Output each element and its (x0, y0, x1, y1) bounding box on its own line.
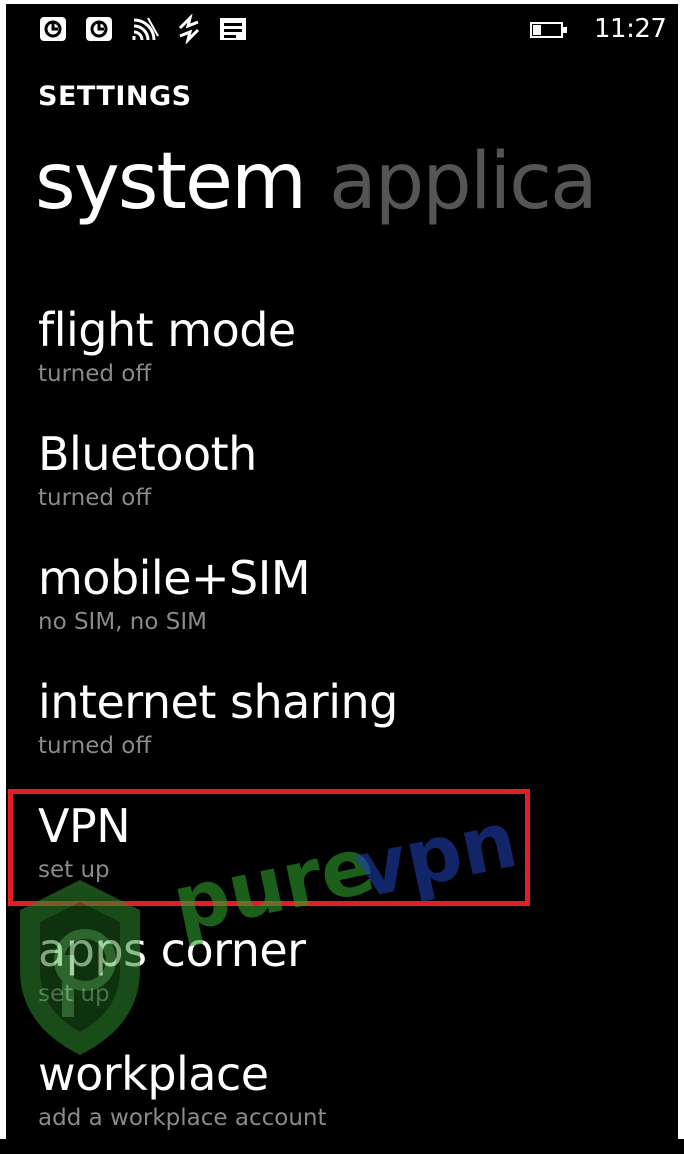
notification-icon (84, 14, 114, 44)
setting-title: workplace (38, 1047, 269, 1101)
status-bar: 11:27 (0, 0, 684, 60)
setting-title: flight mode (38, 303, 296, 357)
notification-icon (38, 14, 68, 44)
setting-status: no SIM, no SIM (38, 609, 207, 635)
setting-title: mobile+SIM (38, 551, 311, 605)
setting-status: turned off (38, 733, 152, 759)
setting-status: turned off (38, 485, 152, 511)
setting-title: Bluetooth (38, 427, 257, 481)
pivot-header: system applica (35, 134, 684, 234)
setting-workplace[interactable]: workplace add a workplace account (38, 1044, 638, 1154)
setting-status: set up (38, 981, 110, 1007)
setting-title: apps corner (38, 923, 306, 977)
wifi-icon (130, 14, 160, 44)
vpn-highlight-box (8, 789, 530, 906)
battery-icon (530, 22, 568, 38)
setting-status: add a workplace account (38, 1105, 327, 1131)
setting-flight-mode[interactable]: flight mode turned off (38, 300, 638, 410)
setting-internet-sharing[interactable]: internet sharing turned off (38, 672, 638, 782)
setting-mobile-sim[interactable]: mobile+SIM no SIM, no SIM (38, 548, 638, 658)
app-title: SETTINGS (38, 81, 192, 112)
setting-title: internet sharing (38, 675, 398, 729)
message-icon (218, 14, 248, 44)
status-time: 11:27 (594, 14, 667, 44)
tab-system[interactable]: system (35, 137, 307, 227)
setting-bluetooth[interactable]: Bluetooth turned off (38, 424, 638, 534)
tab-applications[interactable]: applica (329, 137, 598, 227)
setting-status: turned off (38, 361, 152, 387)
sync-icon (174, 14, 204, 44)
setting-apps-corner[interactable]: apps corner set up (38, 920, 638, 1030)
